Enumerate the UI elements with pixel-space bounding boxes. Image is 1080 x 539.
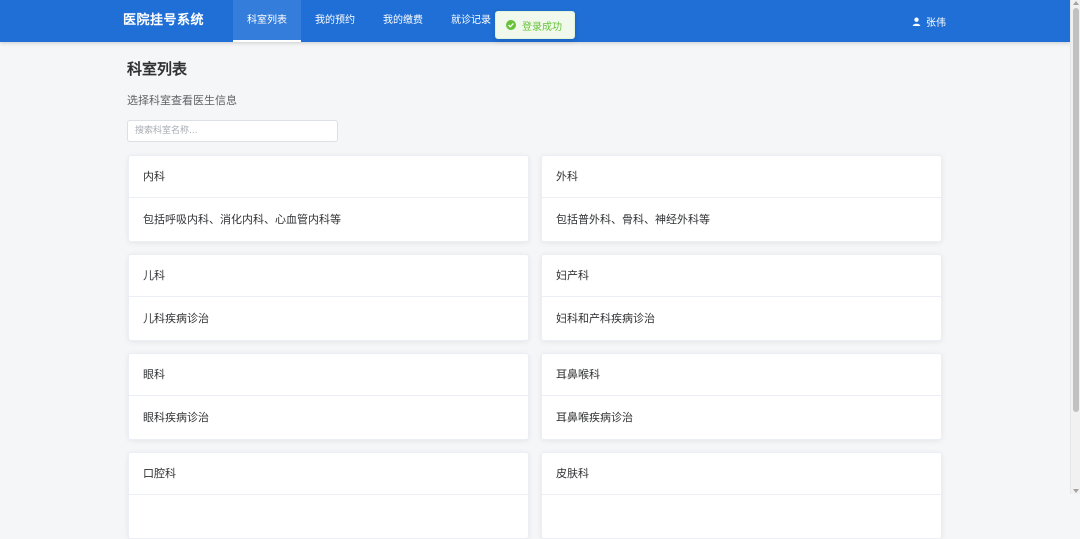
department-description xyxy=(129,495,528,538)
department-card-stomatology[interactable]: 口腔科 xyxy=(128,452,529,539)
department-name: 外科 xyxy=(542,156,941,198)
department-name: 口腔科 xyxy=(129,453,528,495)
department-card-surgery[interactable]: 外科 包括普外科、骨科、神经外科等 xyxy=(541,155,942,242)
department-description: 包括呼吸内科、消化内科、心血管内科等 xyxy=(143,213,341,226)
department-name: 儿科 xyxy=(129,255,528,297)
department-description: 眼科疾病诊治 xyxy=(143,411,209,424)
department-card-obstetrics-gynecology[interactable]: 妇产科 妇科和产科疾病诊治 xyxy=(541,254,942,341)
department-grid: 内科 包括呼吸内科、消化内科、心血管内科等 外科 包括普外科、骨科、神经外科等 … xyxy=(128,155,942,539)
department-search-input[interactable] xyxy=(127,120,338,142)
department-name: 妇产科 xyxy=(542,255,941,297)
department-description xyxy=(542,495,941,538)
department-description: 妇科和产科疾病诊治 xyxy=(556,312,655,325)
department-name: 耳鼻喉科 xyxy=(542,354,941,396)
page-title: 科室列表 xyxy=(127,60,188,78)
scroll-up-arrow-icon[interactable] xyxy=(1073,1,1079,5)
department-description: 耳鼻喉疾病诊治 xyxy=(556,411,633,424)
department-card-ophthalmology[interactable]: 眼科 眼科疾病诊治 xyxy=(128,353,529,440)
nav-item-appointments[interactable]: 我的预约 xyxy=(301,0,369,42)
app-brand[interactable]: 医院挂号系统 xyxy=(123,0,204,42)
page-subtitle: 选择科室查看医生信息 xyxy=(127,94,237,107)
department-name: 皮肤科 xyxy=(542,453,941,495)
department-card-internal-medicine[interactable]: 内科 包括呼吸内科、消化内科、心血管内科等 xyxy=(128,155,529,242)
nav-item-departments[interactable]: 科室列表 xyxy=(233,0,301,42)
department-name: 眼科 xyxy=(129,354,528,396)
user-icon xyxy=(912,17,921,26)
toast-message: 登录成功 xyxy=(522,21,562,33)
page-scrollbar[interactable] xyxy=(1070,0,1080,494)
main-nav: 科室列表 我的预约 我的缴费 就诊记录 xyxy=(233,0,505,42)
department-description: 包括普外科、骨科、神经外科等 xyxy=(556,213,710,226)
check-circle-icon xyxy=(506,20,516,30)
nav-item-payments[interactable]: 我的缴费 xyxy=(369,0,437,42)
success-toast: 登录成功 xyxy=(495,11,575,39)
scrollbar-thumb[interactable] xyxy=(1073,8,1079,412)
user-name: 张伟 xyxy=(926,17,946,29)
department-card-ent[interactable]: 耳鼻喉科 耳鼻喉疾病诊治 xyxy=(541,353,942,440)
department-name: 内科 xyxy=(129,156,528,198)
department-description: 儿科疾病诊治 xyxy=(143,312,209,325)
department-card-pediatrics[interactable]: 儿科 儿科疾病诊治 xyxy=(128,254,529,341)
scroll-down-arrow-icon[interactable] xyxy=(1073,489,1079,493)
department-card-dermatology[interactable]: 皮肤科 xyxy=(541,452,942,539)
user-menu[interactable]: 张伟 xyxy=(912,0,946,42)
